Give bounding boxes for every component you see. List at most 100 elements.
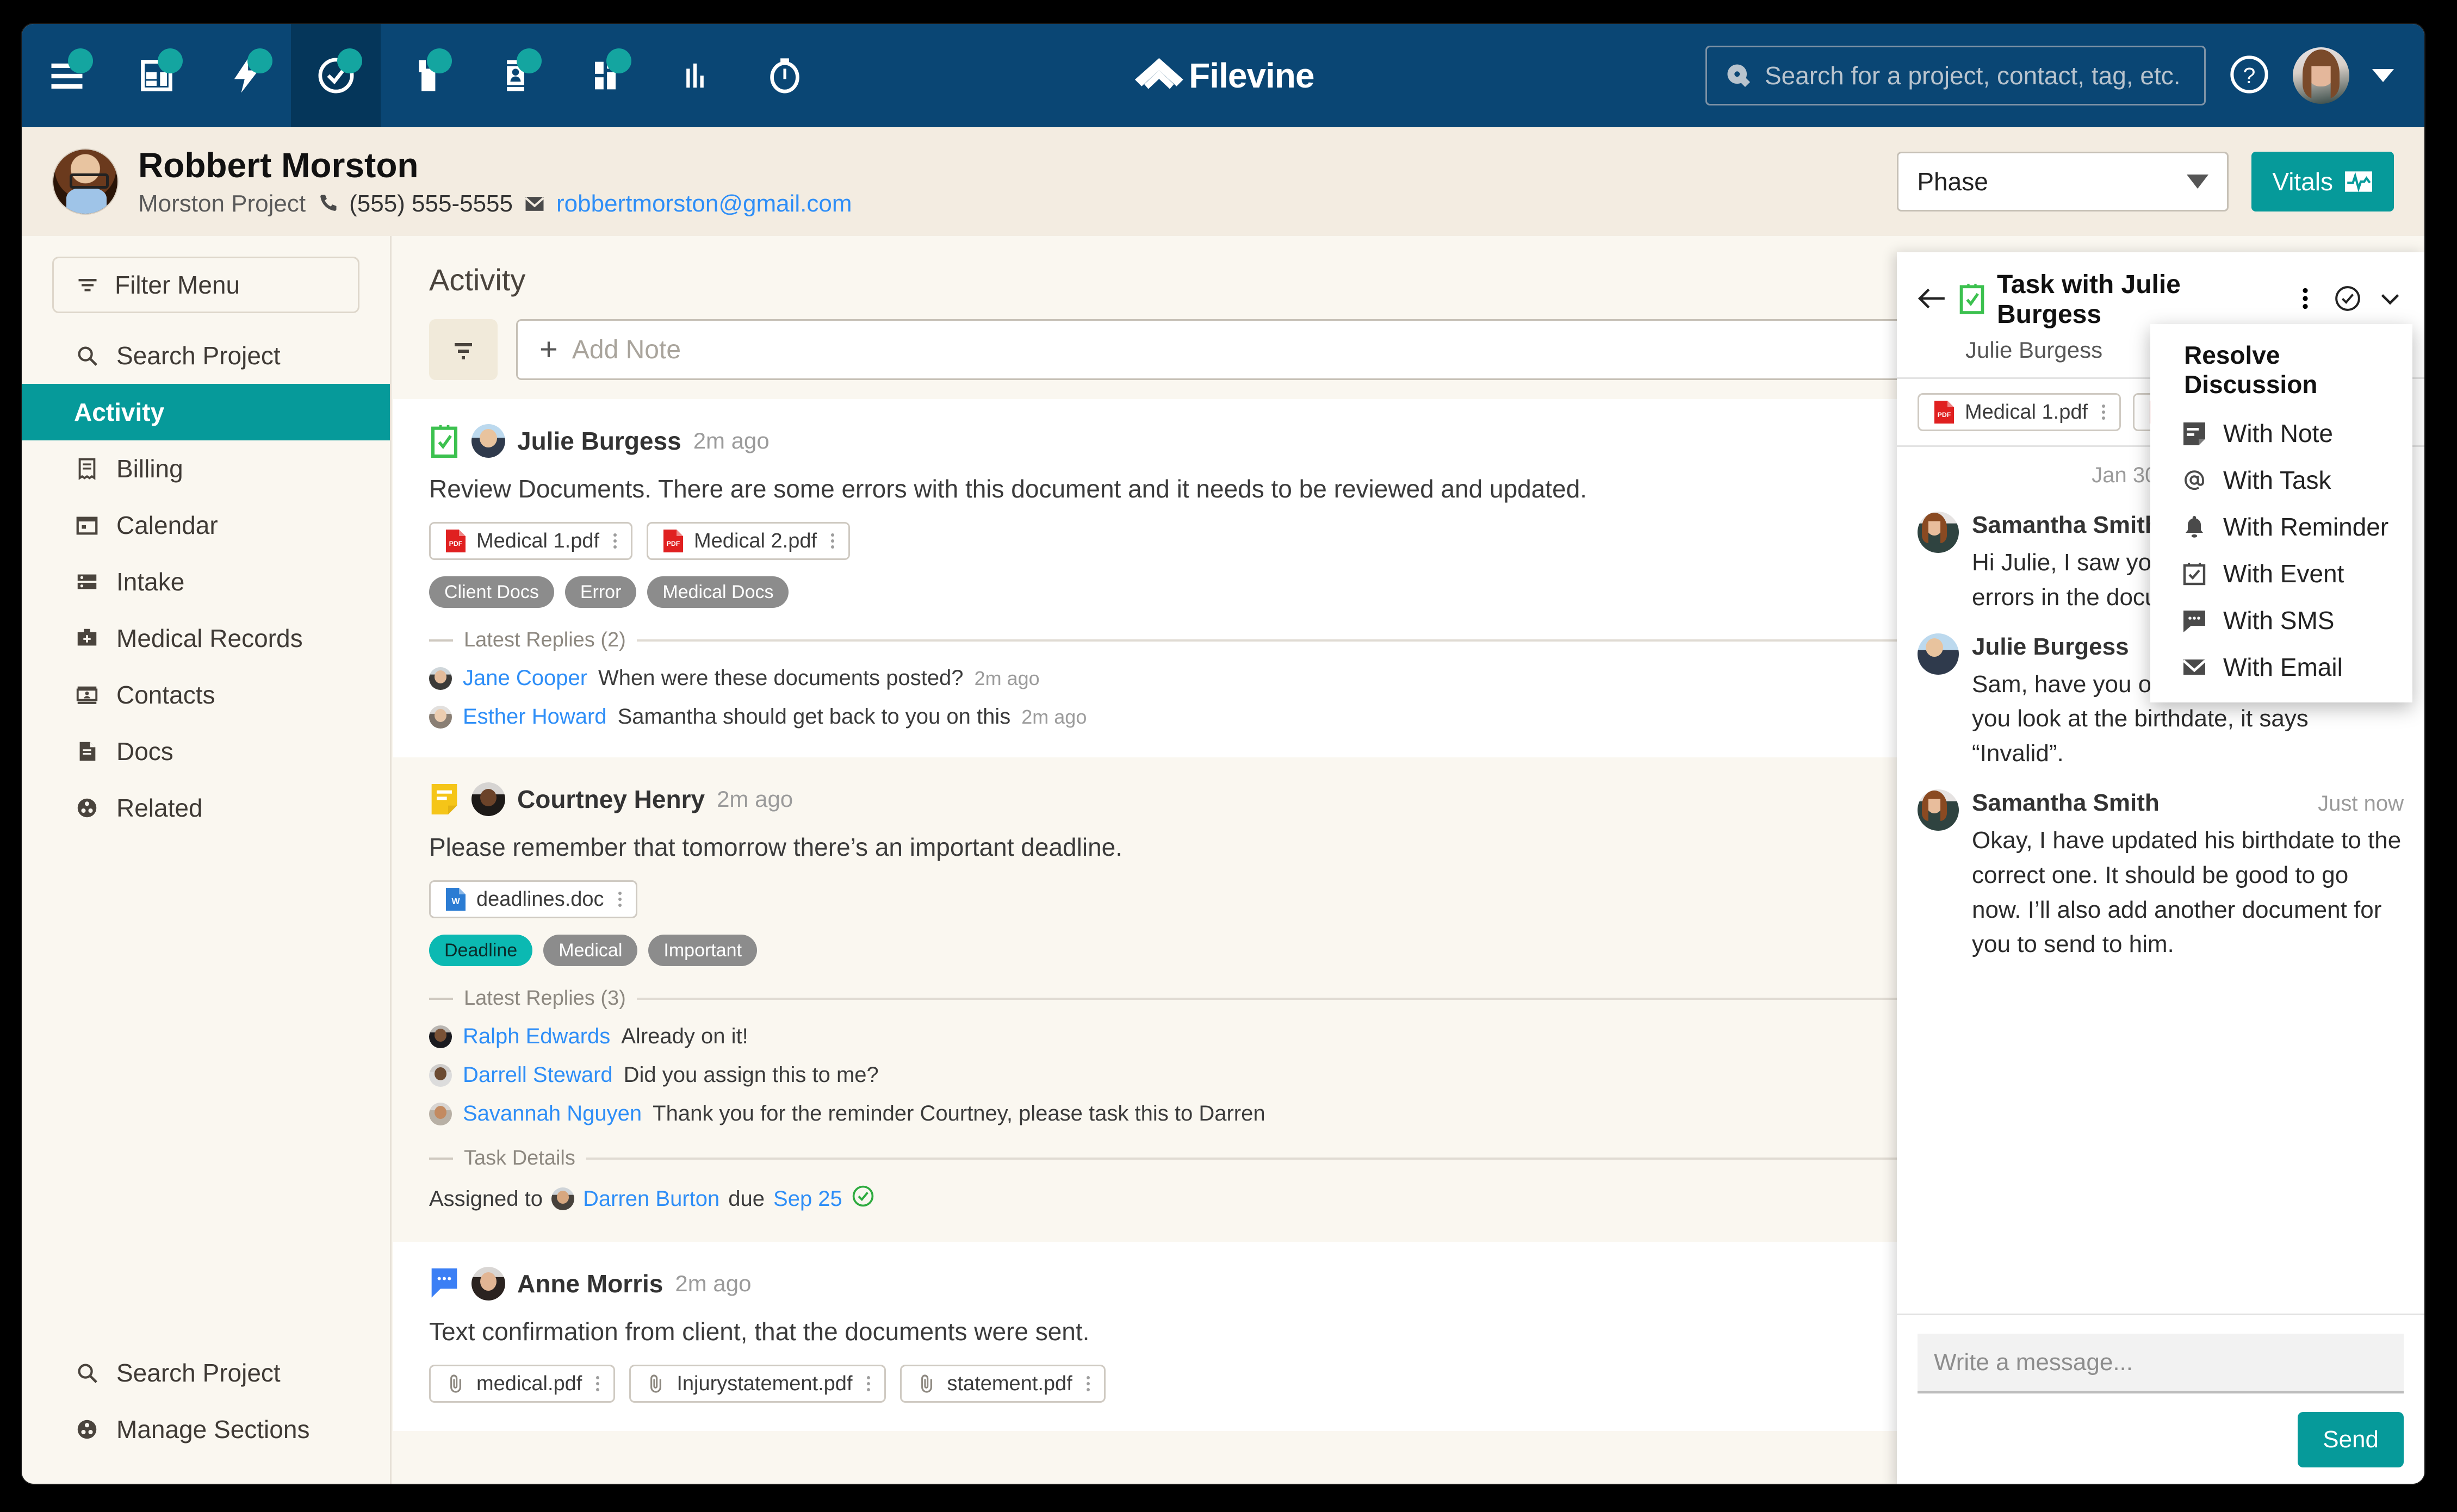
note-type-icon bbox=[429, 782, 460, 816]
menu-item-with-note[interactable]: With Note bbox=[2150, 410, 2412, 457]
send-button[interactable]: Send bbox=[2298, 1412, 2404, 1467]
sidebar-item-calendar[interactable]: Calendar bbox=[22, 497, 390, 553]
help-icon[interactable]: ? bbox=[2229, 54, 2270, 98]
chevron-down-icon[interactable] bbox=[2377, 285, 2404, 315]
kebab-menu-icon[interactable] bbox=[2102, 405, 2106, 420]
kebab-menu-icon[interactable] bbox=[1086, 1376, 1090, 1391]
sidebar-item-label: Search Project bbox=[116, 341, 281, 370]
project-header: Robbert Morston Morston Project (555) 55… bbox=[22, 127, 2424, 236]
sidebar-item-related[interactable]: Related bbox=[22, 780, 390, 836]
reply-author[interactable]: Jane Cooper bbox=[463, 666, 587, 690]
svg-text:PDF: PDF bbox=[667, 540, 680, 547]
attachment-chip[interactable]: PDF Medical 2.pdf bbox=[647, 522, 851, 560]
sidebar-item-billing[interactable]: Billing bbox=[22, 440, 390, 497]
tag-badge[interactable]: Error bbox=[564, 576, 637, 608]
sidebar-item-search-project-bottom[interactable]: Search Project bbox=[22, 1345, 390, 1401]
reply-text: Thank you for the reminder Courtney, ple… bbox=[653, 1102, 1265, 1125]
client-phone[interactable]: (555) 555-5555 bbox=[349, 190, 513, 217]
sidebar-item-intake[interactable]: Intake bbox=[22, 553, 390, 610]
search-icon bbox=[74, 1360, 100, 1386]
tag-badge[interactable]: Client Docs bbox=[429, 576, 554, 608]
reply-author[interactable]: Ralph Edwards bbox=[463, 1024, 610, 1049]
briefcase-icon[interactable] bbox=[381, 24, 470, 127]
attachment-chip[interactable]: Injurystatement.pdf bbox=[629, 1365, 886, 1403]
activity-author: Courtney Henry bbox=[517, 785, 705, 813]
tag-badge[interactable]: Medical Docs bbox=[647, 576, 789, 608]
notification-dot bbox=[68, 48, 93, 73]
billing-icon bbox=[74, 456, 100, 482]
filter-menu-button[interactable]: Filter Menu bbox=[52, 257, 359, 313]
notification-dot bbox=[427, 48, 452, 73]
chevron-down-icon[interactable] bbox=[2372, 69, 2394, 82]
resolve-discussion-icon[interactable] bbox=[2334, 285, 2361, 315]
attachment-name: Medical 1.pdf bbox=[1965, 400, 2088, 424]
phase-select-value: Phase bbox=[1917, 167, 1988, 196]
reply-author[interactable]: Darrell Steward bbox=[463, 1063, 613, 1087]
sidebar-item-activity[interactable]: Activity bbox=[22, 384, 390, 440]
message-input[interactable]: Write a message... bbox=[1918, 1334, 2404, 1393]
avatar bbox=[471, 1267, 505, 1301]
message-time: Just now bbox=[2318, 791, 2404, 816]
global-search-input[interactable]: Search for a project, contact, tag, etc. bbox=[1705, 46, 2206, 105]
reply-author[interactable]: Esther Howard bbox=[463, 705, 607, 729]
client-email-link[interactable]: robbertmorston@gmail.com bbox=[556, 190, 852, 217]
menu-item-with-event[interactable]: With Event bbox=[2150, 550, 2412, 597]
project-name: Morston Project bbox=[138, 190, 306, 217]
calendar-icon bbox=[74, 512, 100, 538]
timer-icon[interactable] bbox=[740, 24, 829, 127]
tag-badge[interactable]: Medical bbox=[543, 935, 638, 966]
vitals-button[interactable]: Vitals bbox=[2251, 152, 2394, 211]
task-type-icon bbox=[429, 424, 460, 458]
kebab-menu-icon[interactable] bbox=[831, 533, 835, 549]
kebab-menu-icon[interactable] bbox=[618, 892, 622, 907]
menu-item-with-task[interactable]: With Task bbox=[2150, 457, 2412, 503]
kebab-menu-icon[interactable] bbox=[2292, 285, 2319, 315]
attachment-chip[interactable]: PDF Medical 1.pdf bbox=[429, 522, 633, 560]
phase-select[interactable]: Phase bbox=[1897, 152, 2229, 211]
activity-time: 2m ago bbox=[675, 1271, 752, 1296]
message-input-placeholder: Write a message... bbox=[1934, 1348, 2133, 1376]
attachment-chip[interactable]: PDF Medical 1.pdf bbox=[1918, 393, 2121, 431]
user-avatar[interactable] bbox=[2293, 47, 2349, 104]
replies-label: Latest Replies (2) bbox=[464, 629, 626, 651]
global-search-placeholder: Search for a project, contact, tag, etc. bbox=[1765, 61, 2181, 90]
reply-author[interactable]: Savannah Nguyen bbox=[463, 1102, 642, 1126]
dashboard-icon[interactable] bbox=[111, 24, 201, 127]
assignee-name[interactable]: Darren Burton bbox=[583, 1187, 719, 1211]
kebab-menu-icon[interactable] bbox=[596, 1376, 600, 1391]
tag-badge[interactable]: Deadline bbox=[429, 935, 533, 966]
sidebar-item-medical-records[interactable]: Medical Records bbox=[22, 610, 390, 667]
task-complete-icon[interactable] bbox=[851, 1184, 875, 1214]
contacts-icon[interactable] bbox=[470, 24, 560, 127]
menu-item-with-sms[interactable]: With SMS bbox=[2150, 597, 2412, 644]
sidebar-item-label: Manage Sections bbox=[116, 1415, 310, 1443]
sidebar-item-search-project[interactable]: Search Project bbox=[22, 327, 390, 384]
kebab-menu-icon[interactable] bbox=[613, 533, 617, 549]
client-avatar bbox=[52, 148, 119, 215]
menu-item-label: With Task bbox=[2223, 466, 2331, 494]
tag-badge[interactable]: Important bbox=[648, 935, 758, 966]
attachment-chip[interactable]: W deadlines.doc bbox=[429, 880, 637, 918]
logo-text: Filevine bbox=[1189, 56, 1314, 95]
menu-item-with-reminder[interactable]: With Reminder bbox=[2150, 503, 2412, 550]
avatar bbox=[471, 424, 505, 458]
sidebar-item-docs[interactable]: Docs bbox=[22, 723, 390, 780]
sidebar-item-contacts[interactable]: Contacts bbox=[22, 667, 390, 723]
tasks-icon[interactable] bbox=[291, 24, 381, 127]
kebab-menu-icon[interactable] bbox=[866, 1376, 870, 1391]
due-date[interactable]: Sep 25 bbox=[773, 1187, 842, 1211]
search-icon bbox=[1727, 64, 1751, 88]
feed-filter-button[interactable] bbox=[429, 319, 498, 380]
task-type-icon bbox=[1958, 283, 1986, 317]
menu-item-with-email[interactable]: With Email bbox=[2150, 644, 2412, 690]
apps-icon[interactable] bbox=[560, 24, 650, 127]
lightning-icon[interactable] bbox=[201, 24, 291, 127]
back-arrow-icon[interactable] bbox=[1918, 286, 1947, 314]
sidebar-item-manage-sections[interactable]: Manage Sections bbox=[22, 1401, 390, 1458]
menu-icon[interactable] bbox=[22, 24, 111, 127]
message-composer: Write a message... Send bbox=[1897, 1314, 2424, 1484]
client-info: Robbert Morston Morston Project (555) 55… bbox=[138, 146, 852, 217]
attachment-chip[interactable]: medical.pdf bbox=[429, 1365, 616, 1403]
reports-icon[interactable] bbox=[650, 24, 740, 127]
attachment-chip[interactable]: statement.pdf bbox=[899, 1365, 1106, 1403]
